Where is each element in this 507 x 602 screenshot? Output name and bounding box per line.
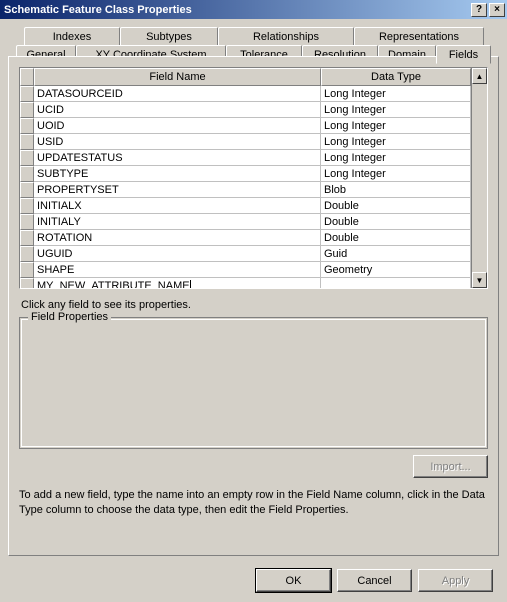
- fields-grid[interactable]: Field Name Data Type DATASOURCEIDLong In…: [19, 67, 488, 289]
- table-row[interactable]: UCIDLong Integer: [20, 102, 471, 118]
- row-handle[interactable]: [20, 214, 34, 230]
- cell-field-name[interactable]: UOID: [34, 118, 321, 134]
- cell-field-name[interactable]: MY_NEW_ATTRIBUTE_NAME: [34, 278, 321, 288]
- row-handle[interactable]: [20, 262, 34, 278]
- row-header-corner: [20, 68, 34, 86]
- cell-data-type[interactable]: Long Integer: [321, 118, 471, 134]
- table-row[interactable]: UGUIDGuid: [20, 246, 471, 262]
- cell-data-type[interactable]: Long Integer: [321, 150, 471, 166]
- grid-body: DATASOURCEIDLong IntegerUCIDLong Integer…: [20, 86, 471, 288]
- table-row[interactable]: UOIDLong Integer: [20, 118, 471, 134]
- row-handle[interactable]: [20, 278, 34, 288]
- window-title: Schematic Feature Class Properties: [4, 4, 469, 16]
- cell-field-name[interactable]: ROTATION: [34, 230, 321, 246]
- tab-panel-fields: Field Name Data Type DATASOURCEIDLong In…: [8, 56, 499, 556]
- tab-relationships[interactable]: Relationships: [218, 27, 354, 46]
- scroll-down-icon[interactable]: ▼: [472, 272, 487, 288]
- cell-data-type[interactable]: Geometry: [321, 262, 471, 278]
- cell-data-type[interactable]: Blob: [321, 182, 471, 198]
- cell-field-name[interactable]: UPDATESTATUS: [34, 150, 321, 166]
- cell-field-name[interactable]: SHAPE: [34, 262, 321, 278]
- table-row[interactable]: UPDATESTATUSLong Integer: [20, 150, 471, 166]
- cell-data-type[interactable]: Long Integer: [321, 166, 471, 182]
- col-header-field-name[interactable]: Field Name: [34, 68, 321, 86]
- row-handle[interactable]: [20, 182, 34, 198]
- cell-data-type[interactable]: Long Integer: [321, 86, 471, 102]
- table-row[interactable]: DATASOURCEIDLong Integer: [20, 86, 471, 102]
- row-handle[interactable]: [20, 198, 34, 214]
- grid-scrollbar[interactable]: ▲ ▼: [471, 68, 487, 288]
- row-handle[interactable]: [20, 86, 34, 102]
- tab-representations[interactable]: Representations: [354, 27, 484, 46]
- properties-hint: Click any field to see its properties.: [21, 299, 486, 311]
- cell-data-type[interactable]: Double: [321, 230, 471, 246]
- tab-indexes[interactable]: Indexes: [24, 27, 120, 46]
- row-handle[interactable]: [20, 118, 34, 134]
- import-button[interactable]: Import...: [413, 455, 488, 478]
- cell-field-name[interactable]: UCID: [34, 102, 321, 118]
- field-properties-legend: Field Properties: [28, 311, 111, 323]
- table-row[interactable]: SHAPEGeometry: [20, 262, 471, 278]
- apply-button[interactable]: Apply: [418, 569, 493, 592]
- row-handle[interactable]: [20, 230, 34, 246]
- cell-field-name[interactable]: DATASOURCEID: [34, 86, 321, 102]
- cell-data-type[interactable]: Double: [321, 198, 471, 214]
- help-text: To add a new field, type the name into a…: [19, 488, 488, 518]
- table-row[interactable]: ROTATIONDouble: [20, 230, 471, 246]
- titlebar: Schematic Feature Class Properties ? ×: [0, 0, 507, 19]
- row-handle[interactable]: [20, 166, 34, 182]
- row-handle[interactable]: [20, 246, 34, 262]
- table-row[interactable]: PROPERTYSETBlob: [20, 182, 471, 198]
- cell-field-name[interactable]: UGUID: [34, 246, 321, 262]
- cell-data-type[interactable]: Guid: [321, 246, 471, 262]
- cell-field-name[interactable]: SUBTYPE: [34, 166, 321, 182]
- cell-data-type[interactable]: Double: [321, 214, 471, 230]
- row-handle[interactable]: [20, 150, 34, 166]
- tab-subtypes[interactable]: Subtypes: [120, 27, 218, 46]
- table-row[interactable]: INITIALYDouble: [20, 214, 471, 230]
- table-row[interactable]: SUBTYPELong Integer: [20, 166, 471, 182]
- cell-field-name[interactable]: PROPERTYSET: [34, 182, 321, 198]
- scroll-track[interactable]: [472, 84, 487, 272]
- scroll-up-icon[interactable]: ▲: [472, 68, 487, 84]
- tab-fields[interactable]: Fields: [436, 45, 491, 64]
- col-header-data-type[interactable]: Data Type: [321, 68, 471, 86]
- row-handle[interactable]: [20, 134, 34, 150]
- cell-data-type[interactable]: Long Integer: [321, 134, 471, 150]
- dialog-body: Indexes Subtypes Relationships Represent…: [0, 19, 507, 602]
- field-properties-group: Field Properties: [19, 317, 488, 449]
- grid-header: Field Name Data Type: [20, 68, 471, 86]
- dialog-buttons: OK Cancel Apply: [256, 569, 493, 592]
- table-row[interactable]: INITIALXDouble: [20, 198, 471, 214]
- table-row[interactable]: USIDLong Integer: [20, 134, 471, 150]
- cell-data-type[interactable]: [321, 278, 471, 288]
- close-button[interactable]: ×: [489, 3, 505, 17]
- row-handle[interactable]: [20, 102, 34, 118]
- cell-field-name[interactable]: USID: [34, 134, 321, 150]
- cancel-button[interactable]: Cancel: [337, 569, 412, 592]
- help-button[interactable]: ?: [471, 3, 487, 17]
- cell-data-type[interactable]: Long Integer: [321, 102, 471, 118]
- ok-button[interactable]: OK: [256, 569, 331, 592]
- cell-field-name[interactable]: INITIALX: [34, 198, 321, 214]
- table-row[interactable]: MY_NEW_ATTRIBUTE_NAME: [20, 278, 471, 288]
- cell-field-name[interactable]: INITIALY: [34, 214, 321, 230]
